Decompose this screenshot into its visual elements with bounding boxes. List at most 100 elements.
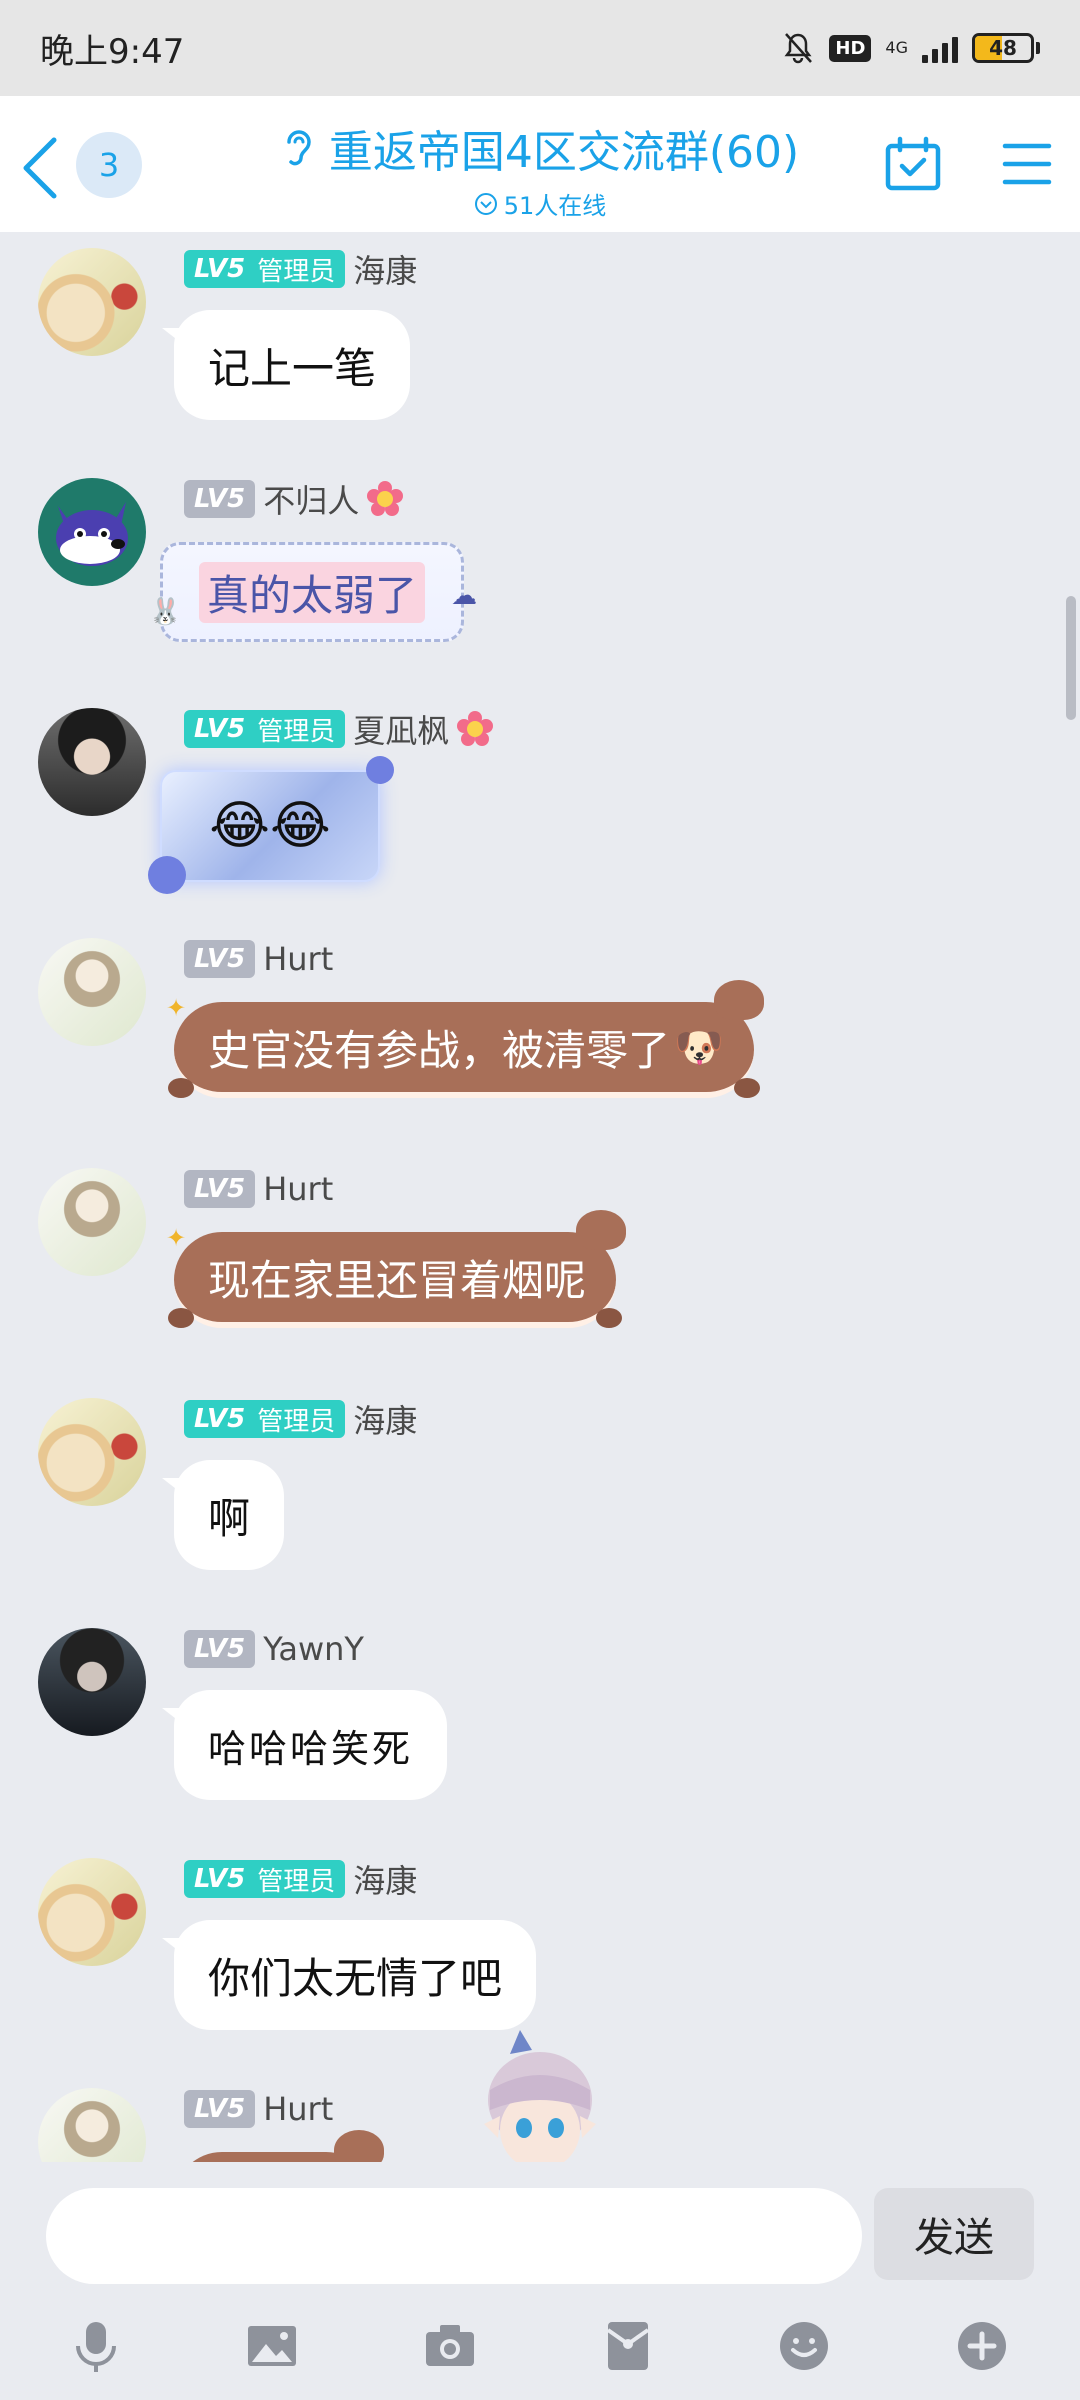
status-time: 晚上9:47	[40, 31, 185, 72]
sender-name[interactable]: 不归人	[263, 476, 359, 522]
level-label: LV5	[194, 944, 246, 974]
message-meta: LV5 Hurt	[184, 2088, 333, 2130]
bear-paw-icon	[596, 1308, 623, 1328]
red-packet-icon[interactable]	[598, 2316, 658, 2376]
girl-avatar[interactable]	[38, 2088, 146, 2162]
message-text: 史官没有参战，被清零了	[208, 1025, 671, 1075]
chat-header: 3 重返帝国4区交流群(60) 51人在线	[0, 96, 1080, 232]
signal-icon	[922, 33, 958, 63]
message-meta: LV5 不归人	[184, 476, 404, 522]
cat-avatar[interactable]	[38, 248, 146, 356]
message-meta: LV5 管理员 夏凪枫	[184, 706, 494, 752]
shiba-emoji: 🐶	[674, 1024, 724, 1071]
message-text: 记上一笔	[208, 343, 377, 393]
level-label: LV5	[194, 1864, 246, 1894]
scrollbar-thumb[interactable]	[1066, 596, 1076, 720]
sender-name[interactable]: Hurt	[263, 2090, 333, 2128]
message-text: 哈哈哈笑死	[208, 1726, 414, 1771]
group-title: 重返帝国4区交流群(60)	[328, 127, 800, 178]
cloud-deco-icon: ☁	[451, 581, 478, 611]
girl-avatar[interactable]	[38, 938, 146, 1046]
status-bar: 晚上9:47 HD 4G 48	[0, 0, 1080, 96]
online-check-icon	[474, 192, 497, 215]
message-text: 😂😂	[209, 796, 331, 856]
level-badge: LV5	[184, 1630, 256, 1668]
dog-avatar[interactable]	[38, 478, 146, 586]
yawn-avatar[interactable]	[38, 1628, 146, 1736]
message-bubble[interactable]: 啊	[161, 1460, 285, 1570]
camera-icon[interactable]	[420, 2316, 480, 2376]
level-badge: LV5	[184, 940, 256, 978]
message-meta: LV5 管理员 海康	[184, 1858, 417, 1900]
sender-name[interactable]: 海康	[353, 1396, 417, 1442]
level-label: LV5	[194, 254, 246, 284]
message-bubble[interactable]: ✦ 现在家里还冒着烟呢	[166, 1210, 627, 1328]
bell-muted-icon	[784, 33, 813, 64]
bear-deco-icon	[366, 756, 394, 784]
message-meta: LV5 管理员 海康	[184, 248, 417, 290]
sparkle-icon: ✦	[166, 994, 187, 1022]
level-badge: LV5 管理员	[184, 250, 346, 288]
message-bubble[interactable]: 哈哈哈笑死	[161, 1690, 448, 1800]
message-bubble[interactable]	[174, 2130, 384, 2162]
message-input[interactable]	[46, 2188, 862, 2284]
battery-level: 48	[989, 36, 1017, 60]
emoji-icon[interactable]	[774, 2316, 834, 2376]
cat-avatar[interactable]	[38, 1398, 146, 1506]
bear-ear-icon	[334, 2130, 384, 2162]
flower-badge-icon	[457, 711, 494, 746]
bear-ear-icon	[713, 980, 764, 1020]
sender-name[interactable]: 海康	[353, 246, 417, 292]
boy-avatar[interactable]	[38, 708, 146, 816]
girl-avatar[interactable]	[38, 1168, 146, 1276]
input-area: 发送	[0, 2162, 1080, 2400]
network-type: 4G	[885, 38, 908, 57]
message-bubble[interactable]: 你们太无情了吧	[161, 1920, 537, 2030]
level-label: LV5	[194, 1174, 246, 1204]
message-item: LV5 管理员 夏凪枫 😂😂	[0, 692, 1080, 912]
level-badge: LV5 管理员	[184, 1860, 346, 1898]
image-icon[interactable]	[242, 2316, 302, 2376]
level-badge: LV5	[184, 2090, 256, 2128]
microphone-icon[interactable]	[66, 2316, 126, 2376]
back-icon[interactable]	[14, 134, 66, 202]
send-button[interactable]: 发送	[874, 2188, 1034, 2280]
bunny-deco-icon: 🐰	[149, 597, 182, 627]
level-label: LV5	[194, 2094, 246, 2124]
online-count: 51人在线	[503, 192, 607, 220]
calendar-check-icon[interactable]	[884, 136, 942, 192]
wolf-dog-icon	[56, 502, 128, 566]
message-meta: LV5 管理员 海康	[184, 1398, 417, 1440]
title-area[interactable]: 重返帝国4区交流群(60) 51人在线	[200, 116, 880, 221]
sender-name[interactable]: Hurt	[263, 1170, 333, 1208]
sender-name[interactable]: Hurt	[263, 940, 333, 978]
role-label: 管理员	[257, 1406, 336, 1437]
role-label: 管理员	[257, 716, 336, 747]
hd-badge: HD	[829, 34, 872, 62]
sender-name[interactable]: 海康	[353, 1856, 417, 1902]
message-meta: LV5 Hurt	[184, 1168, 333, 1210]
status-icons: HD 4G 48	[781, 31, 1040, 65]
level-badge: LV5 管理员	[184, 710, 346, 748]
bear-paw-icon	[168, 1308, 194, 1328]
level-badge: LV5	[184, 1170, 256, 1208]
message-item: LV5 Hurt ✦ 现在家里还冒着烟呢	[0, 1152, 1080, 1372]
unread-count-badge[interactable]: 3	[76, 132, 142, 198]
message-meta: LV5 YawnY	[184, 1628, 364, 1670]
ear-icon	[287, 130, 311, 166]
sender-name[interactable]: 夏凪枫	[353, 706, 449, 752]
sender-name[interactable]: YawnY	[263, 1630, 364, 1668]
chat-message-list[interactable]: LV5 管理员 海康 记上一笔 LV5 不归人 🐰 ☁ 真的太弱了 LV5 管理…	[0, 232, 1080, 2162]
role-label: 管理员	[257, 1866, 336, 1897]
level-badge: LV5 管理员	[184, 1400, 346, 1438]
menu-icon[interactable]	[1002, 142, 1052, 186]
message-bubble[interactable]: 😂😂	[148, 756, 394, 894]
cat-avatar[interactable]	[38, 1858, 146, 1966]
message-bubble[interactable]: 记上一笔	[161, 310, 411, 420]
message-bubble[interactable]: ✦ 史官没有参战，被清零了 🐶	[166, 980, 764, 1098]
level-label: LV5	[194, 1634, 246, 1664]
message-text: 你们太无情了吧	[208, 1953, 503, 2003]
message-bubble[interactable]: 🐰 ☁ 真的太弱了	[149, 542, 477, 642]
level-label: LV5	[194, 714, 246, 744]
plus-icon[interactable]	[952, 2316, 1012, 2376]
